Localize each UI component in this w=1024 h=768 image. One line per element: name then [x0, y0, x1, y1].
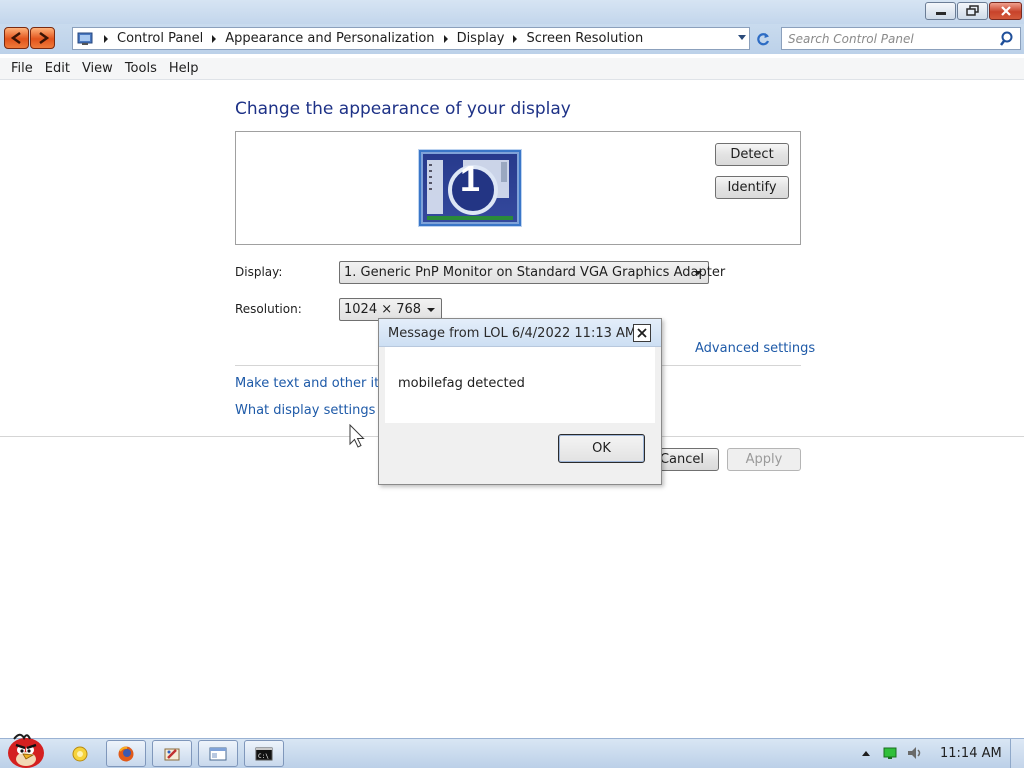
breadcrumb-separator-icon — [103, 34, 111, 43]
minimize-button[interactable] — [925, 2, 956, 20]
menu-file[interactable]: File — [5, 61, 39, 76]
window-icon — [209, 747, 227, 760]
dialog-titlebar[interactable]: Message from LOL 6/4/2022 11:13 AM — [379, 319, 661, 347]
close-icon — [1000, 6, 1011, 16]
breadcrumb-appearance[interactable]: Appearance and Personalization — [225, 31, 434, 46]
page-title: Change the appearance of your display — [235, 99, 571, 119]
breadcrumb-display[interactable]: Display — [457, 31, 505, 46]
network-icon[interactable] — [883, 746, 899, 760]
address-history-dropdown[interactable] — [737, 33, 747, 43]
menu-edit[interactable]: Edit — [39, 61, 76, 76]
nav-buttons — [4, 27, 56, 49]
what-display-settings-link[interactable]: What display settings sh — [235, 403, 395, 418]
monitor-1-thumbnail[interactable]: 1 — [419, 150, 521, 226]
folder-icon — [72, 746, 88, 761]
angry-bird-start-icon — [8, 733, 44, 768]
taskbar: C:\ 11:14 AM — [0, 733, 1024, 768]
menu-bar: File Edit View Tools Help — [0, 58, 1024, 80]
dialog-close-button[interactable] — [633, 324, 651, 342]
mouse-cursor-icon — [349, 424, 365, 448]
resolution-select-value: 1024 × 768 — [344, 302, 422, 317]
text-size-link[interactable]: Make text and other iten — [235, 376, 395, 391]
breadcrumb-separator-icon — [443, 34, 451, 43]
refresh-icon — [757, 32, 770, 45]
menu-tools[interactable]: Tools — [119, 61, 163, 76]
dialog-body: mobilefag detected — [385, 347, 655, 423]
volume-icon[interactable] — [907, 746, 923, 760]
svg-text:C:\: C:\ — [258, 753, 269, 760]
forward-button[interactable] — [30, 27, 55, 49]
firefox-icon — [118, 746, 134, 761]
command-prompt-icon: C:\ — [255, 747, 273, 760]
chevron-down-icon — [738, 35, 746, 40]
refresh-button[interactable] — [752, 28, 774, 49]
show-desktop-button[interactable] — [1010, 739, 1024, 768]
monitor-number: 1 — [459, 158, 481, 199]
chevron-down-icon — [694, 271, 702, 275]
restore-button[interactable] — [957, 2, 988, 20]
menu-view[interactable]: View — [76, 61, 119, 76]
chevron-up-icon — [862, 751, 870, 756]
restore-icon — [965, 5, 979, 16]
show-hidden-icons-button[interactable] — [861, 748, 871, 758]
arrow-right-icon — [38, 32, 49, 44]
display-select-value: 1. Generic PnP Monitor on Standard VGA G… — [344, 265, 726, 280]
start-button[interactable] — [2, 729, 48, 768]
display-select[interactable]: 1. Generic PnP Monitor on Standard VGA G… — [339, 261, 725, 284]
resolution-label: Resolution: — [235, 302, 302, 316]
identify-button[interactable]: Identify — [715, 176, 789, 199]
taskbar-control-panel[interactable] — [198, 740, 238, 767]
dialog-title: Message from LOL 6/4/2022 11:13 AM — [388, 326, 637, 341]
close-icon — [637, 328, 647, 338]
close-button[interactable] — [989, 2, 1022, 20]
dialog-message: mobilefag detected — [398, 376, 525, 391]
address-bar[interactable]: Control Panel Appearance and Personaliza… — [72, 27, 750, 50]
advanced-settings-link[interactable]: Advanced settings — [695, 341, 815, 356]
menu-help[interactable]: Help — [163, 61, 205, 76]
arrow-left-icon — [10, 32, 21, 44]
search-input[interactable] — [788, 30, 988, 47]
taskbar-clock[interactable]: 11:14 AM — [940, 746, 1002, 761]
breadcrumb-control-panel[interactable]: Control Panel — [117, 31, 203, 46]
detect-button[interactable]: Detect — [715, 143, 789, 166]
taskbar-cmd[interactable]: C:\ — [244, 740, 284, 767]
display-label: Display: — [235, 265, 283, 279]
minimize-icon — [935, 12, 946, 15]
search-icon[interactable] — [1000, 31, 1016, 47]
apply-button[interactable]: Apply — [727, 448, 801, 471]
taskbar-firefox[interactable] — [106, 740, 146, 767]
taskbar-paint[interactable] — [152, 740, 192, 767]
chevron-down-icon — [427, 308, 435, 312]
search-box[interactable] — [781, 27, 1021, 50]
message-dialog: Message from LOL 6/4/2022 11:13 AM mobil… — [378, 318, 662, 485]
control-panel-icon — [77, 32, 95, 46]
window-titlebar — [0, 0, 1024, 24]
address-row: Control Panel Appearance and Personaliza… — [0, 24, 1024, 54]
breadcrumb-screen-resolution[interactable]: Screen Resolution — [526, 31, 643, 46]
ok-button[interactable]: OK — [558, 434, 645, 463]
back-button[interactable] — [4, 27, 29, 49]
breadcrumb-separator-icon — [512, 34, 520, 43]
taskbar-explorer[interactable] — [60, 740, 100, 767]
breadcrumb-separator-icon — [211, 34, 219, 43]
display-preview-panel: 1 Detect Identify — [235, 131, 801, 245]
paint-icon — [164, 748, 180, 760]
